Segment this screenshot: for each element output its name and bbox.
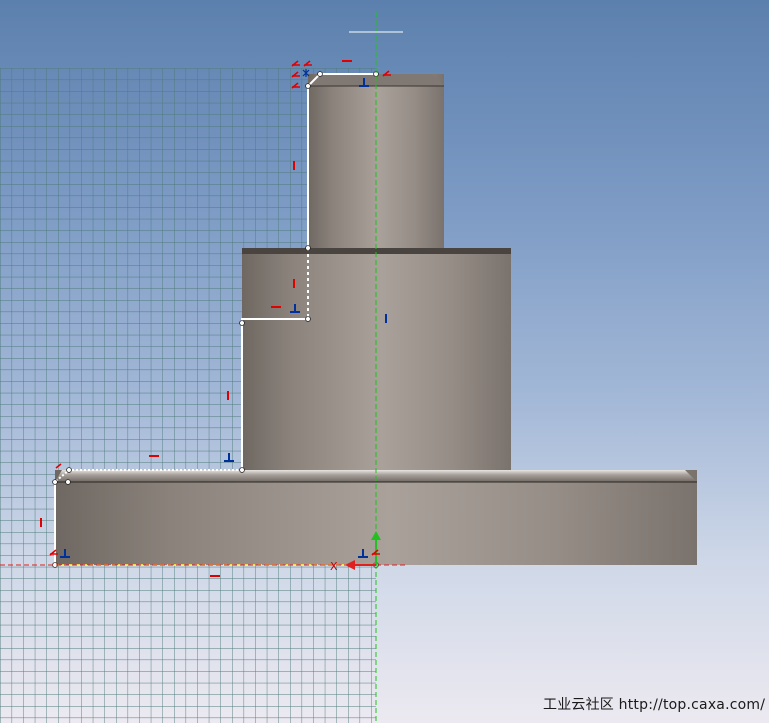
- x-axis-label: X: [330, 560, 338, 573]
- watermark: 工业云社区 http://top.caxa.com/: [543, 694, 765, 714]
- 3d-viewport[interactable]: X 工业云社区 http://top.caxa.com/: [0, 0, 769, 723]
- watermark-site-name: 工业云社区: [543, 697, 614, 713]
- scene-canvas[interactable]: X: [0, 0, 769, 723]
- watermark-url: http://top.caxa.com/: [618, 697, 766, 713]
